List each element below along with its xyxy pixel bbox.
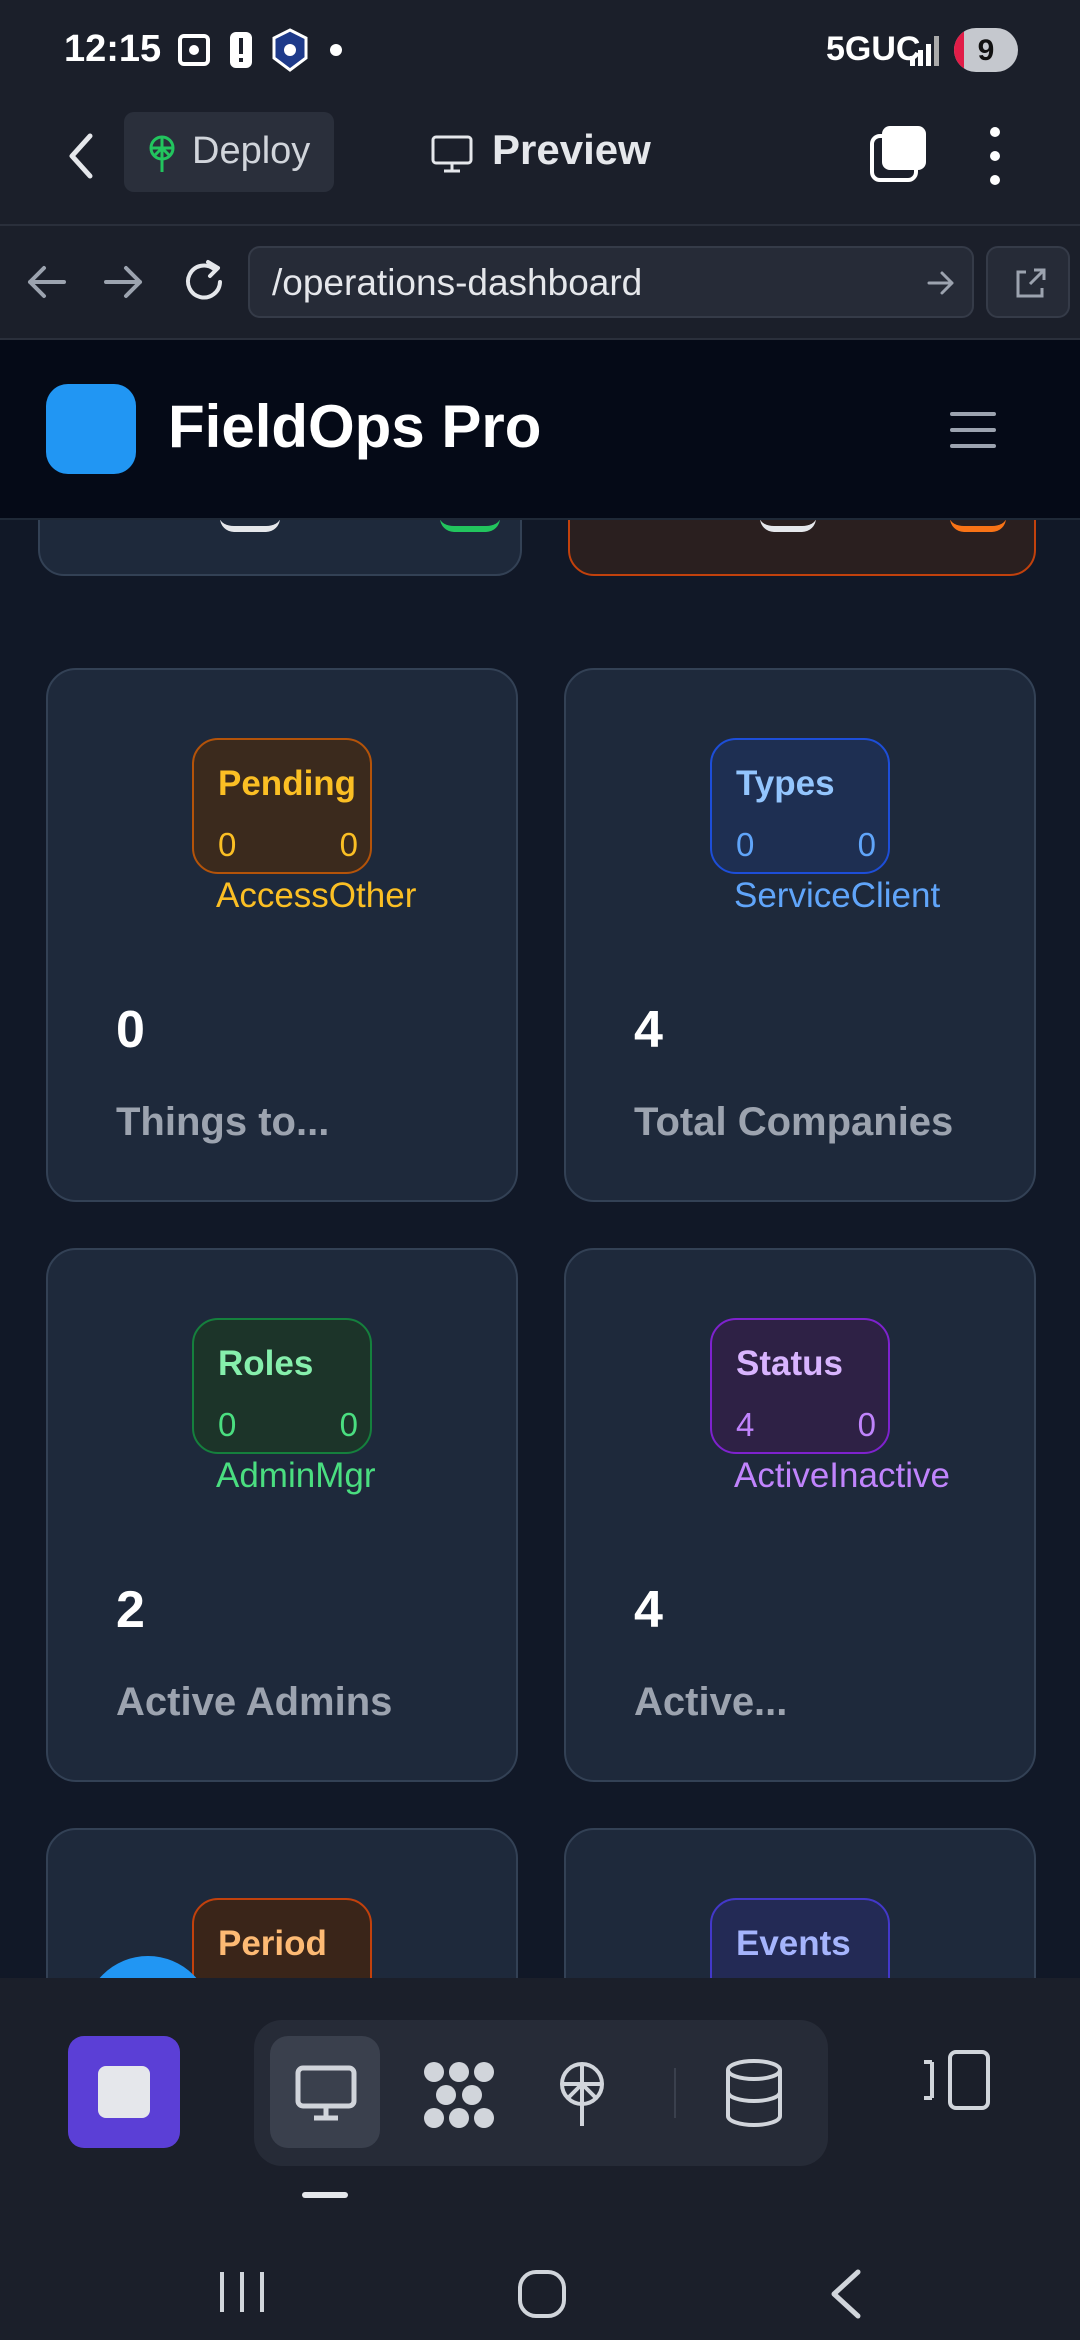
battery-indicator: 9 <box>954 28 1018 72</box>
badge-title: Status <box>736 1344 843 1383</box>
recents-icon[interactable] <box>212 2270 272 2314</box>
stat-label: Total Companies <box>634 1100 954 1144</box>
stat-card-roles[interactable]: Roles 0 0 AdminMgr 2 Active Admins <box>46 1248 518 1782</box>
truncated-value <box>950 520 1006 532</box>
stat-badge: Types 0 0 <box>710 738 890 874</box>
stop-icon <box>98 2066 150 2118</box>
mode-switcher <box>254 2020 828 2166</box>
deploy-icon <box>149 135 175 172</box>
stat-card-events[interactable]: Events <box>564 1828 1036 1978</box>
truncated-value <box>440 520 500 532</box>
badge-title: Roles <box>218 1344 314 1383</box>
database-icon[interactable] <box>724 2058 784 2130</box>
badge-value-2: 0 <box>339 1406 358 1443</box>
status-bar: 12:15 5GUC 9 <box>0 0 1080 100</box>
preview-label: Preview <box>492 126 651 173</box>
notification-dot <box>330 44 342 56</box>
badge-subtitle: ActiveInactive <box>734 1456 950 1495</box>
app-logo <box>46 384 136 474</box>
stat-value: 4 <box>634 1001 663 1059</box>
url-text: /operations-dashboard <box>272 262 643 303</box>
desktop-mode-button[interactable] <box>270 2036 380 2148</box>
badge-subtitle: AccessOther <box>216 876 417 915</box>
stat-card-pending[interactable]: Pending 0 0 AccessOther 0 Things to... <box>46 668 518 1202</box>
dashboard-content: Pending 0 0 AccessOther 0 Things to... T… <box>0 520 1080 1978</box>
badge-title: Events <box>736 1924 851 1963</box>
stat-badge: Roles 0 0 <box>192 1318 372 1454</box>
app-header: FieldOps Pro <box>0 340 1080 520</box>
alert-icon <box>230 32 252 68</box>
reload-icon[interactable] <box>180 258 228 306</box>
monitor-icon <box>431 135 473 173</box>
go-icon[interactable] <box>926 268 956 298</box>
apps-icon[interactable] <box>422 2060 496 2130</box>
stat-label: Things to... <box>116 1100 330 1144</box>
devices-icon[interactable] <box>922 2048 992 2112</box>
address-bar: /operations-dashboard <box>0 224 1080 340</box>
stat-label: Active... <box>634 1680 788 1724</box>
badge-value-2: 0 <box>857 1406 876 1443</box>
badge-subtitle: AdminMgr <box>216 1456 376 1495</box>
badge-value-1: 0 <box>218 1406 237 1443</box>
badge-value-1: 0 <box>736 826 755 863</box>
summary-card-partial-right[interactable] <box>568 520 1036 576</box>
shield-app-icon <box>272 28 308 72</box>
divider <box>674 2068 676 2118</box>
external-link-icon <box>1016 268 1046 298</box>
back-icon[interactable] <box>58 128 102 184</box>
badge-title: Pending <box>218 764 357 803</box>
nav-forward-icon[interactable] <box>102 262 146 302</box>
nav-back-icon[interactable] <box>24 262 68 302</box>
summary-card-partial-left[interactable] <box>38 520 522 576</box>
url-field[interactable]: /operations-dashboard <box>248 246 974 318</box>
signal-icon <box>910 36 939 66</box>
stat-label: Active Admins <box>116 1680 393 1724</box>
app-title: FieldOps Pro <box>168 393 542 460</box>
badge-title: Period <box>218 1924 327 1963</box>
stat-badge: Status 4 0 <box>710 1318 890 1454</box>
badge-value-1: 0 <box>218 826 237 863</box>
badge-subtitle: ServiceClient <box>734 876 941 915</box>
bottom-bar <box>0 1978 1080 2340</box>
stat-value: 0 <box>116 1001 145 1059</box>
stat-value: 2 <box>116 1581 145 1639</box>
badge-title: Types <box>736 764 835 803</box>
stat-card-status[interactable]: Status 4 0 ActiveInactive 4 Active... <box>564 1248 1036 1782</box>
stat-badge: Pending 0 0 <box>192 738 372 874</box>
deploy-label: Deploy <box>192 130 311 172</box>
stat-value: 4 <box>634 1581 663 1639</box>
badge-value-1: 4 <box>736 1406 755 1443</box>
truncated-value <box>760 520 816 532</box>
tabs-icon[interactable] <box>868 124 928 184</box>
stat-badge: Events <box>710 1898 890 1978</box>
external-link-button[interactable] <box>986 246 1070 318</box>
stat-badge: Period <box>192 1898 372 1978</box>
preview-tab[interactable]: Preview <box>420 112 680 192</box>
battery-level: 9 <box>977 34 995 67</box>
home-icon[interactable] <box>516 2268 568 2320</box>
menu-dots-icon[interactable] <box>980 124 1010 188</box>
active-indicator <box>302 2192 348 2198</box>
badge-value-2: 0 <box>857 826 876 863</box>
stat-card-period[interactable]: Period <box>46 1828 518 1978</box>
status-time: 12:15 <box>64 28 162 70</box>
truncated-value <box>220 520 280 532</box>
browser-toolbar: Deploy Preview <box>0 100 1080 224</box>
system-back-icon[interactable] <box>824 2268 868 2320</box>
network-label: 5GUC <box>826 30 921 68</box>
deploy-button[interactable]: Deploy <box>124 112 334 192</box>
deploy-icon[interactable] <box>554 2060 610 2130</box>
desktop-icon <box>295 2065 357 2121</box>
badge-value-2: 0 <box>339 826 358 863</box>
stop-button[interactable] <box>68 2036 180 2148</box>
screenshot-icon <box>178 34 210 66</box>
hamburger-icon[interactable] <box>950 410 996 450</box>
stat-card-types[interactable]: Types 0 0 ServiceClient 4 Total Companie… <box>564 668 1036 1202</box>
